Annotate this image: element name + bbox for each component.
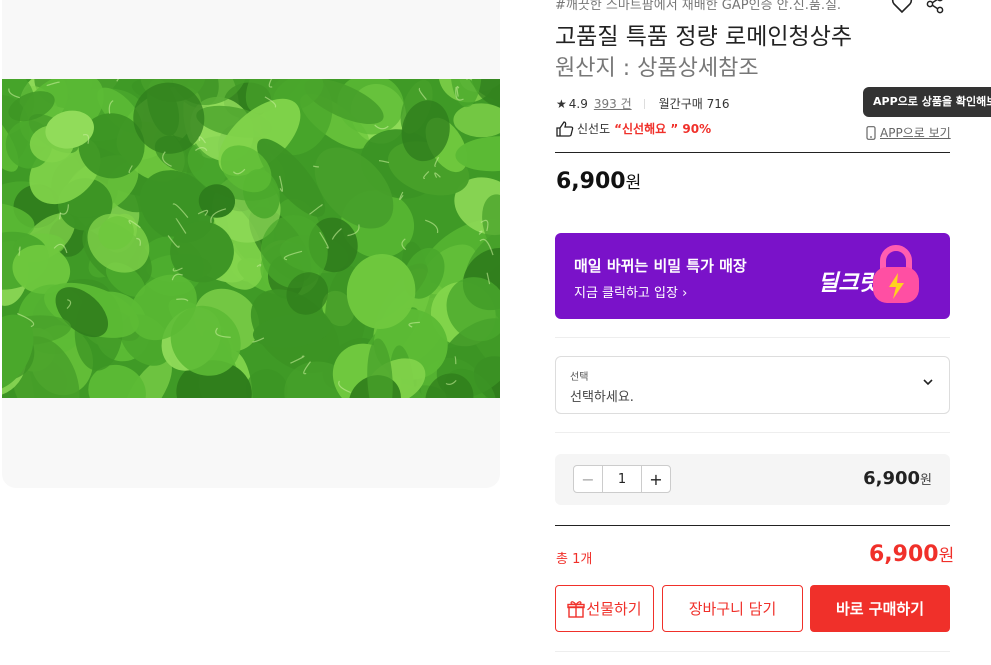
divider	[555, 525, 950, 526]
product-price: 6,900원	[556, 168, 641, 194]
total-quantity: 총 1개	[556, 552, 593, 567]
star-icon: ★	[556, 96, 567, 111]
rating-row: ★ 4.9 393 건 월간구매 716	[556, 95, 730, 112]
gift-icon	[567, 600, 586, 618]
total-price: 6,900원	[869, 541, 954, 567]
freshness-value: “신선해요 ” 90%	[614, 122, 712, 136]
quantity-panel: − 1 + 6,900원	[555, 454, 950, 505]
add-to-cart-label: 장바구니 담기	[688, 600, 777, 618]
monthly-purchases: 월간구매 716	[658, 97, 730, 111]
product-title: 고품질 특품 정량 로메인청상추	[555, 24, 853, 50]
divider	[555, 337, 950, 338]
option-select[interactable]: 선택 선택하세요.	[555, 356, 950, 414]
dealcret-promo-banner[interactable]: 매일 바뀌는 비밀 특가 매장 지금 클릭하고 입장 › 딜크릿	[555, 233, 950, 319]
total-price-amount: 6,900	[869, 542, 939, 567]
gift-button[interactable]: 선물하기	[555, 585, 654, 632]
share-button[interactable]	[923, 0, 947, 16]
share-icon	[926, 0, 944, 14]
total-price-unit: 원	[938, 546, 955, 566]
product-subtitle: #깨끗한 스마트팜에서 재배한 GAP인증 안.신.품.질.	[555, 0, 842, 13]
divider	[555, 432, 950, 433]
banner-headline: 매일 바뀌는 비밀 특가 매장	[574, 257, 747, 275]
lettuce-leaf	[170, 221, 234, 283]
app-tooltip: APP으로 상품을 확인해보세요	[863, 87, 991, 117]
option-select-value: 선택하세요.	[570, 390, 634, 405]
rating-score: 4.9	[568, 96, 588, 111]
app-view-link-label: APP으로 보기	[880, 126, 951, 140]
product-image	[2, 79, 500, 398]
quantity-value[interactable]: 1	[603, 466, 641, 492]
phone-icon	[866, 125, 876, 140]
heart-icon	[891, 0, 913, 14]
quantity-stepper[interactable]: − 1 +	[573, 465, 671, 493]
buy-now-button[interactable]: 바로 구매하기	[810, 585, 950, 632]
divider	[643, 98, 645, 109]
quantity-increase-button[interactable]: +	[641, 466, 670, 492]
lock-icon	[873, 245, 919, 303]
freshness-label: 신선도	[577, 122, 611, 136]
divider	[555, 152, 950, 153]
option-select-label: 선택	[570, 372, 589, 383]
add-to-cart-button[interactable]: 장바구니 담기	[662, 585, 803, 632]
quantity-decrease-button[interactable]: −	[574, 466, 603, 492]
line-price: 6,900원	[863, 468, 932, 489]
line-price-amount: 6,900	[863, 468, 921, 489]
wishlist-button[interactable]	[889, 0, 915, 16]
price-amount: 6,900	[556, 169, 626, 194]
banner-cta: 지금 클릭하고 입장 ›	[574, 286, 688, 301]
buy-now-label: 바로 구매하기	[835, 600, 925, 618]
gift-button-label: 선물하기	[586, 600, 642, 618]
review-count-link[interactable]: 393 건	[594, 95, 632, 112]
product-origin: 원산지 : 상품상세참조	[555, 56, 759, 81]
freshness-row: 신선도 “신선해요 ” 90%	[556, 120, 711, 137]
line-price-unit: 원	[920, 473, 932, 488]
app-view-link[interactable]: APP으로 보기	[866, 124, 951, 141]
product-image-panel	[2, 0, 500, 488]
divider	[555, 651, 950, 652]
chevron-down-icon	[923, 379, 933, 386]
thumbs-up-icon	[556, 120, 574, 137]
price-unit: 원	[625, 173, 642, 193]
